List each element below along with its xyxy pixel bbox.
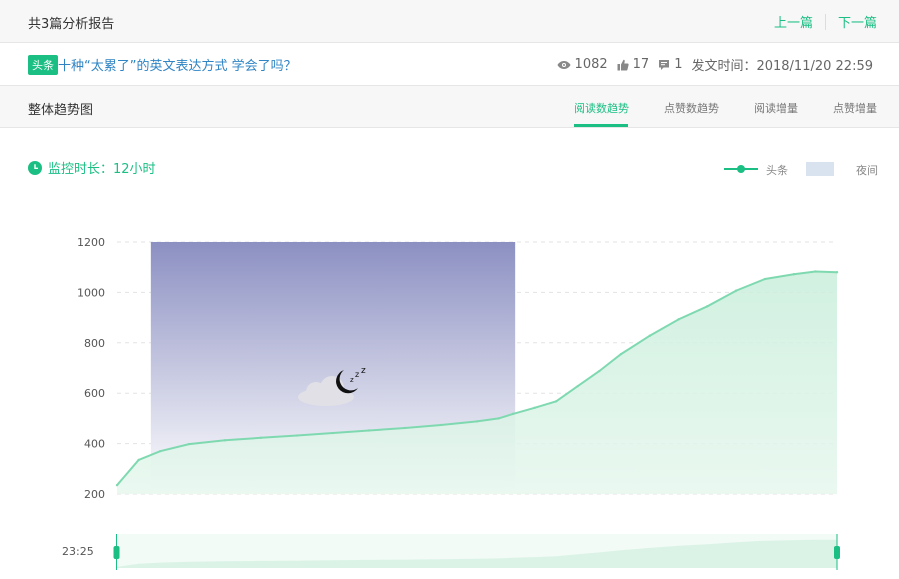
data-point[interactable] (648, 334, 651, 337)
data-point[interactable] (475, 420, 479, 423)
y-tick-label: 200 (84, 488, 105, 501)
data-point[interactable] (814, 270, 817, 273)
data-point[interactable] (576, 384, 579, 388)
data-point[interactable] (735, 289, 738, 292)
data-point[interactable] (187, 442, 191, 446)
data-point[interactable] (555, 400, 558, 403)
y-tick-label: 1000 (77, 286, 105, 299)
svg-text:z: z (361, 366, 366, 376)
data-point[interactable] (533, 406, 536, 410)
range-slider-start-label: 23:25 (62, 545, 94, 558)
data-point[interactable] (677, 318, 680, 321)
range-slider: 23:25 (0, 530, 899, 579)
data-point[interactable] (439, 423, 443, 427)
data-point[interactable] (763, 277, 767, 281)
read-trend-chart: 200 400 600 800 1000 1200 z z z (77, 236, 840, 570)
data-point[interactable] (137, 458, 140, 462)
data-point[interactable] (403, 426, 407, 430)
data-point[interactable] (367, 429, 371, 432)
data-point[interactable] (259, 436, 263, 440)
data-point[interactable] (331, 431, 335, 435)
y-tick-label: 800 (84, 337, 105, 350)
svg-text:z: z (350, 376, 354, 384)
y-tick-label: 600 (84, 387, 105, 400)
data-point[interactable] (115, 483, 119, 487)
data-point[interactable] (159, 449, 162, 453)
data-point[interactable] (223, 439, 227, 442)
data-point[interactable] (792, 273, 795, 276)
data-point[interactable] (295, 434, 299, 437)
data-point[interactable] (835, 271, 839, 274)
data-point[interactable] (619, 352, 623, 356)
data-point[interactable] (706, 305, 709, 308)
y-tick-label: 1200 (77, 236, 105, 249)
data-point[interactable] (511, 412, 515, 416)
svg-text:z: z (355, 370, 359, 379)
data-point[interactable] (598, 369, 601, 373)
data-point[interactable] (497, 417, 500, 420)
y-tick-label: 400 (84, 438, 105, 451)
